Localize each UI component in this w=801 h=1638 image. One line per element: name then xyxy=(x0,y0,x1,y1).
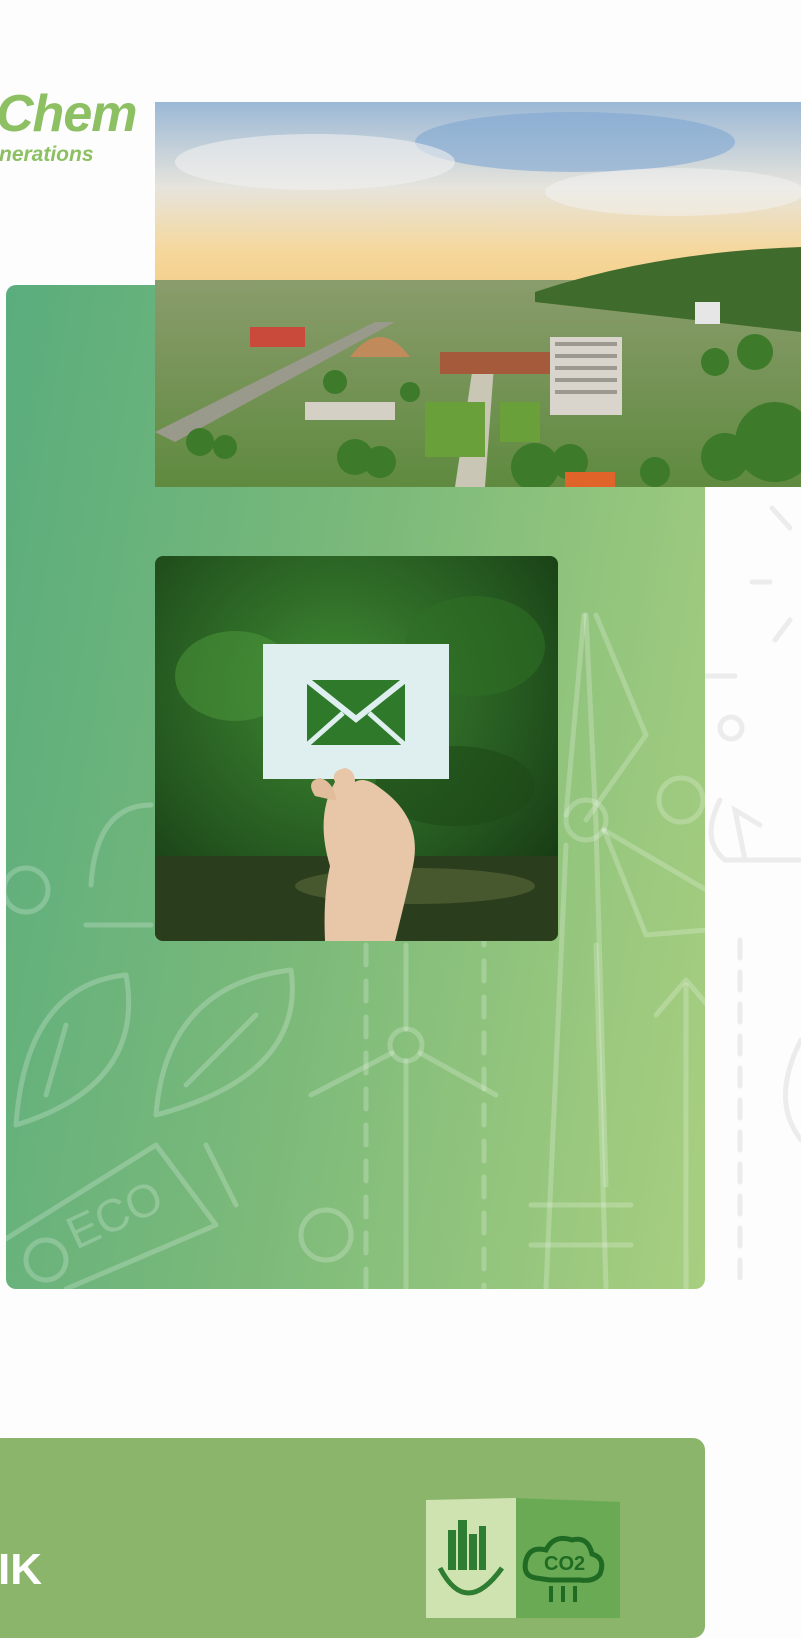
sustainability-title: IK xyxy=(0,1545,42,1594)
eco-label: ECO xyxy=(58,1170,170,1259)
factory-aerial-image xyxy=(155,102,801,487)
right-decor-icons xyxy=(690,505,801,1280)
logo-tagline: nerations xyxy=(0,143,94,166)
logo-name: Chem xyxy=(0,85,137,143)
mail-contact-image xyxy=(155,556,558,941)
co2-label: CO2 xyxy=(544,1553,585,1575)
company-logo[interactable]: Chem nerations xyxy=(0,85,137,166)
eco-cube-image: CO2 xyxy=(426,1498,620,1618)
